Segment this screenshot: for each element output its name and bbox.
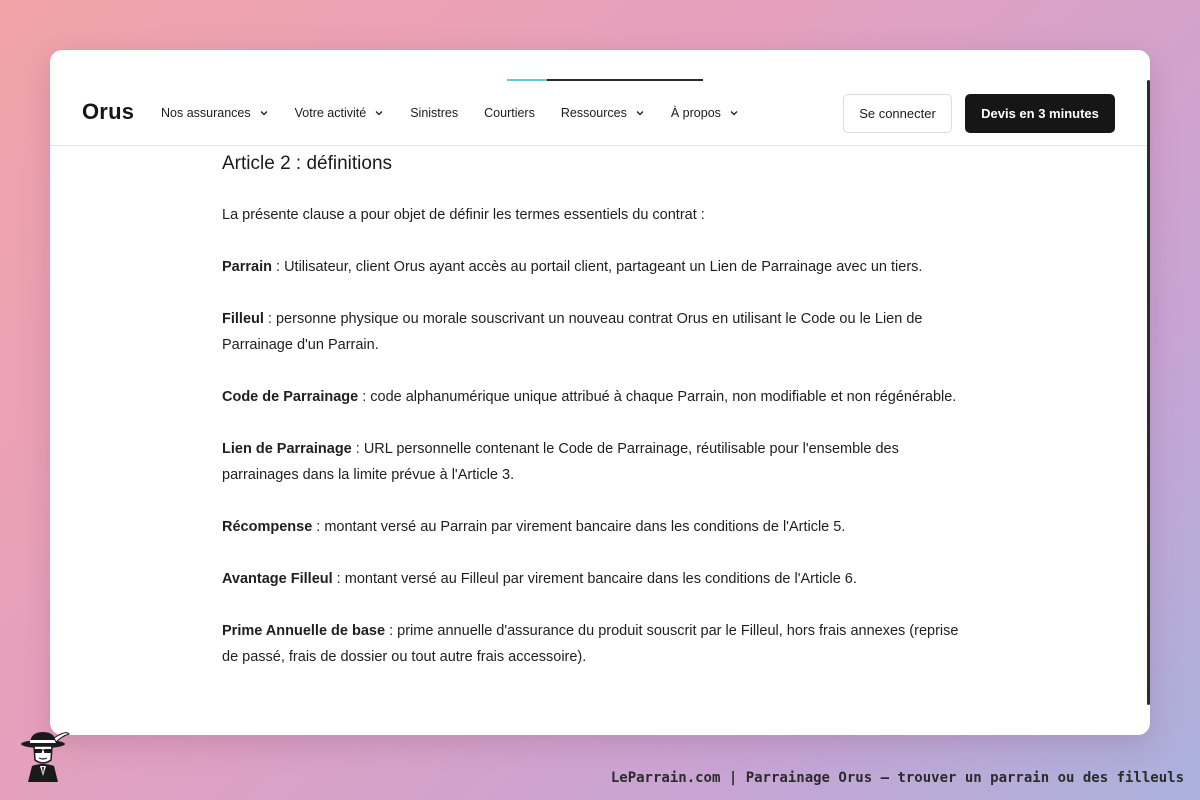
menu-item-votre-activite[interactable]: Votre activité (295, 106, 385, 120)
menu-item-a-propos[interactable]: À propos (671, 106, 739, 120)
definition-term: Récompense (222, 519, 313, 535)
definition-term: Avantage Filleul (222, 571, 333, 587)
page-scrollbar[interactable] (1147, 80, 1150, 705)
definition-text: : code alphanumérique unique attribué à … (358, 389, 957, 405)
definition-item: Récompense : montant versé au Parrain pa… (222, 514, 962, 540)
definition-text: : montant versé au Filleul par virement … (332, 571, 857, 587)
definition-item: Prime Annuelle de base : prime annuelle … (222, 618, 962, 670)
mascot-logo-icon (16, 728, 72, 784)
article-content: Article 2 : définitions La présente clau… (222, 152, 962, 670)
definition-term: Filleul (222, 311, 264, 327)
login-button[interactable]: Se connecter (843, 94, 952, 133)
article-title: Article 2 : définitions (222, 153, 393, 174)
menu-item-label: Ressources (560, 106, 627, 120)
chevron-down-icon (259, 108, 269, 118)
menu-item-label: Votre activité (294, 106, 367, 120)
quote-button[interactable]: Devis en 3 minutes (965, 94, 1115, 133)
main-menu: Nos assurances Votre activité Sinistres … (161, 106, 765, 120)
footer-caption: LeParrain.com | Parrainage Orus — trouve… (610, 770, 1184, 786)
chevron-down-icon (729, 108, 739, 118)
orus-logo[interactable]: Orus (82, 99, 134, 125)
definition-term: Lien de Parrainage (222, 441, 352, 457)
menu-item-label: À propos (670, 106, 721, 120)
definition-item: Lien de Parrainage : URL personnelle con… (222, 436, 962, 488)
definition-term: Prime Annuelle de base (222, 623, 386, 639)
chevron-down-icon (374, 108, 384, 118)
menu-item-label: Nos assurances (161, 106, 251, 120)
article-intro: La présente clause a pour objet de défin… (222, 207, 705, 223)
definition-term: Code de Parrainage (222, 389, 359, 405)
menu-item-label: Sinistres (410, 106, 459, 120)
definition-item: Filleul : personne physique ou morale so… (222, 306, 962, 358)
menu-item-courtiers[interactable]: Courtiers (484, 106, 535, 120)
definition-text: : montant versé au Parrain par virement … (312, 519, 846, 535)
definition-term: Parrain (222, 259, 272, 275)
browser-window: Orus Nos assurances Votre activité Sinis… (50, 50, 1150, 735)
definition-text: : Utilisateur, client Orus ayant accès a… (271, 259, 923, 275)
definition-item: Code de Parrainage : code alphanumérique… (222, 384, 962, 410)
definition-text: : personne physique ou morale souscrivan… (222, 311, 923, 353)
definition-item: Avantage Filleul : montant versé au Fill… (222, 566, 962, 592)
definition-item: Parrain : Utilisateur, client Orus ayant… (222, 254, 962, 280)
top-navigation: Orus Nos assurances Votre activité Sinis… (50, 50, 1150, 146)
menu-item-ressources[interactable]: Ressources (561, 106, 645, 120)
menu-item-nos-assurances[interactable]: Nos assurances (161, 106, 269, 120)
chevron-down-icon (635, 108, 645, 118)
menu-item-label: Courtiers (484, 106, 535, 120)
menu-item-sinistres[interactable]: Sinistres (410, 106, 458, 120)
